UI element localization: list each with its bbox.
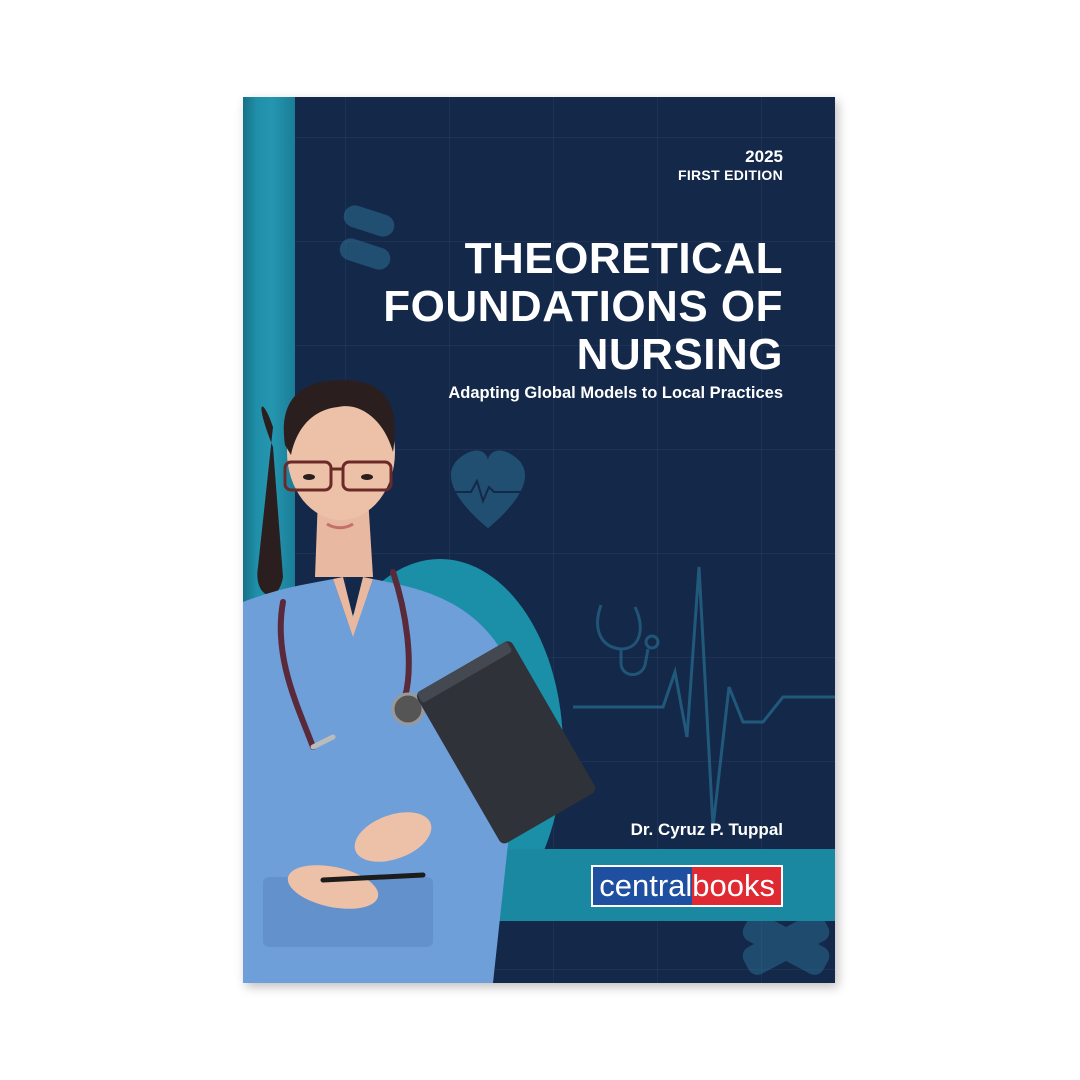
title-line-1: THEORETICAL [464, 234, 783, 283]
publisher-logo: central books [591, 865, 783, 907]
book-cover: 2025 FIRST EDITION THEORETICAL FOUNDATIO… [243, 97, 835, 983]
publisher-logo-part2: books [692, 867, 781, 905]
edition-year: 2025 [745, 147, 783, 166]
author-name: Dr. Cyruz P. Tuppal [630, 820, 783, 839]
book-subtitle: Adapting Global Models to Local Practice… [448, 384, 783, 402]
publisher-logo-part1: central [593, 867, 693, 905]
nurse-illustration [243, 380, 596, 983]
book-title: THEORETICAL FOUNDATIONS OF NURSING [383, 235, 783, 379]
title-line-3: NURSING [576, 330, 783, 379]
edition-block: 2025 FIRST EDITION [678, 147, 783, 183]
title-line-2: FOUNDATIONS OF [383, 282, 783, 331]
edition-label: FIRST EDITION [677, 166, 783, 183]
